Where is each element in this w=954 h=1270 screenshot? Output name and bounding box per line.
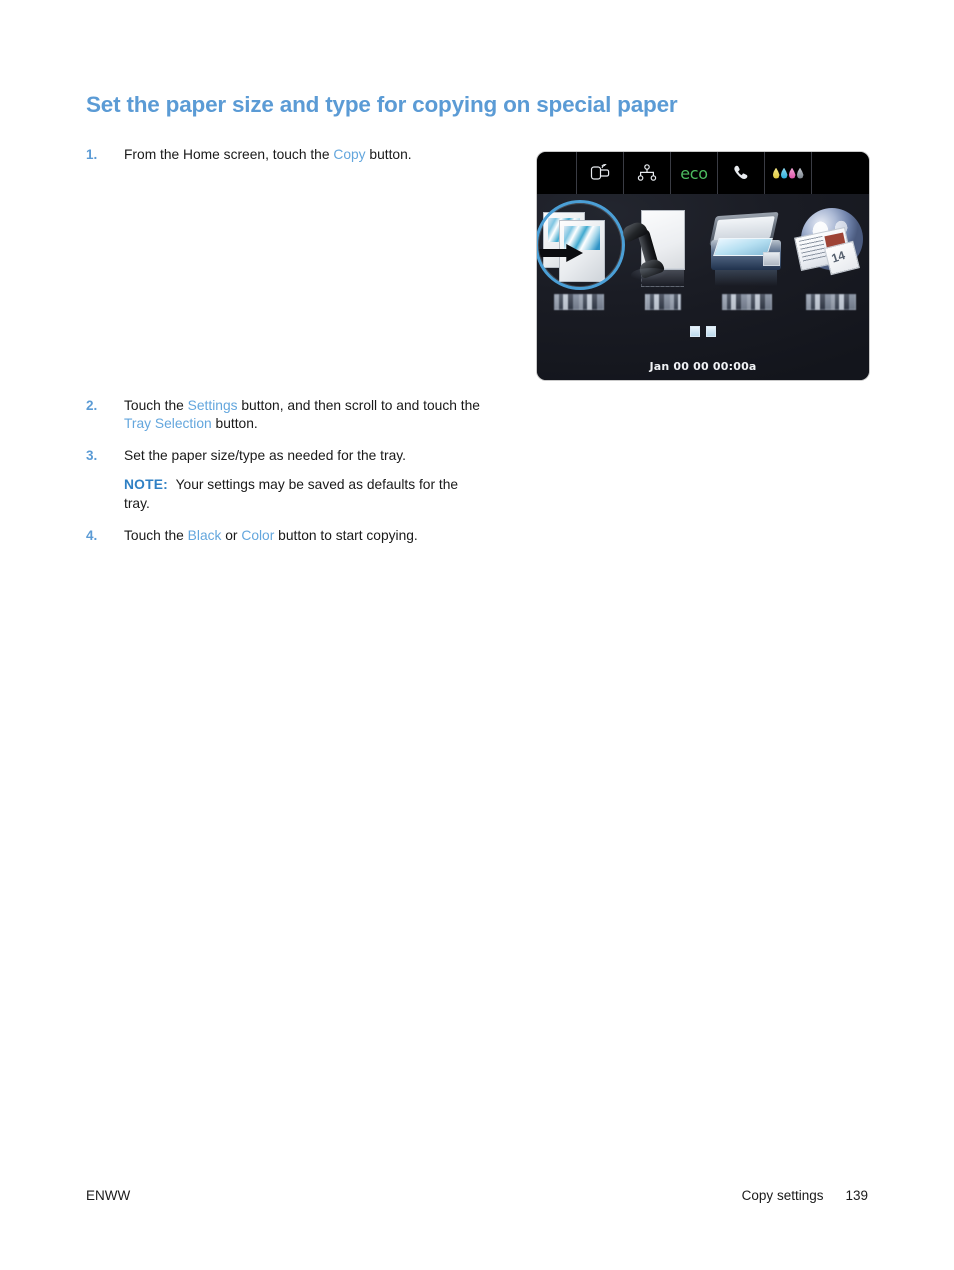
step-number: 2. <box>86 397 98 413</box>
home-tile-label-apps <box>806 294 856 310</box>
home-tile-label-fax <box>645 294 681 310</box>
control-panel-illustration: eco 14 Jan 00 00 00:00a <box>537 152 869 380</box>
panel-status-bar: eco <box>537 152 869 194</box>
fax-icon-reflection <box>631 268 671 282</box>
printer-control-panel: eco 14 Jan 00 00 00:00a <box>537 152 869 380</box>
list-item: 4. Touch the Black or Color button to st… <box>86 527 486 546</box>
instruction-steps: 1. From the Home screen, touch the Copy … <box>86 146 486 546</box>
step-text-part: button, and then scroll to and touch the <box>237 397 480 413</box>
home-tile-label-scan <box>722 294 772 310</box>
home-tile-fax[interactable] <box>620 200 705 318</box>
wireless-direct-icon <box>577 152 624 194</box>
selection-highlight-ring <box>537 200 625 290</box>
note-callout: NOTE: Your settings may be saved as defa… <box>124 476 486 513</box>
ui-reference-copy: Copy <box>333 147 366 162</box>
fax-phone-icon <box>718 152 765 194</box>
step-number: 4. <box>86 528 98 543</box>
ink-levels-icon <box>765 152 812 194</box>
home-tile-scan[interactable] <box>705 200 789 318</box>
eco-icon: eco <box>671 152 718 194</box>
calendar-day-number: 14 <box>829 248 847 266</box>
ui-reference-black: Black <box>187 528 222 543</box>
footer-section-title: Copy settings <box>741 1188 824 1203</box>
home-tile-label-copy <box>554 294 604 310</box>
scan-icon[interactable] <box>705 200 789 292</box>
ink-drop-cyan <box>780 167 788 179</box>
footer: Copy settings 139 <box>742 1188 868 1203</box>
home-tile-copy[interactable] <box>537 200 625 318</box>
ui-reference-color: Color <box>241 528 275 543</box>
panel-home-screen: 14 Jan 00 00 00:00a <box>537 194 869 380</box>
step-text: Touch the Settings button, and then scro… <box>110 397 486 434</box>
apps-web-icon[interactable]: 14 <box>789 200 869 292</box>
ui-reference-settings: Settings <box>187 397 238 413</box>
page-title: Set the paper size and type for copying … <box>86 92 678 117</box>
note-text: Your settings may be saved as defaults f… <box>124 477 459 511</box>
step-text: Touch the Black or Color button to start… <box>110 527 418 546</box>
home-tile-apps[interactable]: 14 <box>789 200 869 318</box>
ink-drop-magenta <box>788 167 796 179</box>
step-text: Set the paper size/type as needed for th… <box>110 447 406 466</box>
copy-icon[interactable] <box>537 200 625 292</box>
list-item: 1. From the Home screen, touch the Copy … <box>86 146 486 165</box>
eco-label: eco <box>680 163 708 183</box>
footer-language-code: ENWW <box>86 1188 131 1203</box>
step-text-part: Set the paper size/type as needed for th… <box>124 447 406 463</box>
page-dot[interactable] <box>706 326 716 337</box>
network-icon <box>624 152 671 194</box>
list-item: 3. Set the paper size/type as needed for… <box>86 447 486 466</box>
step-text: From the Home screen, touch the Copy but… <box>110 146 412 165</box>
step-text-part: button to start copying. <box>274 528 418 543</box>
ui-reference-tray-selection: Tray Selection <box>124 416 212 431</box>
step-text-part: Touch the <box>124 528 188 543</box>
calendar-page-icon: 14 <box>824 240 860 276</box>
status-bar-spacer-right <box>812 152 869 194</box>
home-icon-row: 14 <box>537 200 869 318</box>
step-text-part: or <box>221 528 242 543</box>
step-number: 3. <box>86 447 98 463</box>
panel-datetime-status: Jan 00 00 00:00a <box>649 360 757 373</box>
page-dot[interactable] <box>690 326 700 337</box>
scan-icon-reflection <box>715 270 777 286</box>
ink-drop-black <box>796 167 804 179</box>
note-label: NOTE: <box>124 477 168 492</box>
step-text-part: button. <box>365 147 412 162</box>
newspaper-lines <box>798 235 827 263</box>
fax-icon[interactable] <box>620 200 705 292</box>
ink-drop-yellow <box>772 167 780 179</box>
step-text-part: button. <box>211 416 258 431</box>
ink-drop-group <box>772 167 804 179</box>
scanner-control-strip <box>763 252 780 266</box>
home-page-indicator[interactable] <box>537 326 869 337</box>
step-text-part: From the Home screen, touch the <box>124 147 334 162</box>
list-item: 2. Touch the Settings button, and then s… <box>86 397 486 434</box>
step-text-part: Touch the <box>124 397 188 413</box>
step-number: 1. <box>86 147 98 162</box>
status-bar-spacer <box>537 152 577 194</box>
footer-page-number: 139 <box>845 1188 868 1203</box>
